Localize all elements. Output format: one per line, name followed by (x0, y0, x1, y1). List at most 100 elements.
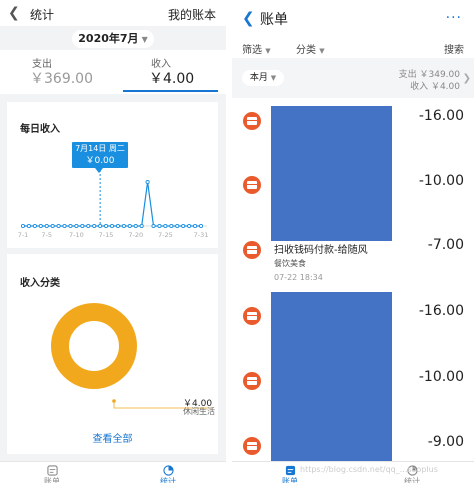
x-tick-label: 7-15 (99, 231, 114, 239)
bills-screen: ❮ 账单 ··· 筛选 ▼ 分类 ▼ 搜索 本月 ▼ 支出 ￥349.00 收入… (232, 0, 474, 483)
series-line (23, 181, 201, 227)
active-tab-underline (123, 90, 218, 92)
amount: -7.00 (427, 237, 464, 253)
x-tick-label: 7-25 (158, 231, 173, 239)
slice-leader-dot (112, 399, 116, 403)
data-point[interactable] (193, 223, 198, 229)
wallet-icon (243, 176, 261, 194)
tab-bills[interactable]: 账单 (282, 465, 298, 483)
caret-down-icon: ▼ (319, 47, 325, 55)
filter-bar: 筛选 ▼ 分类 ▼ 搜索 (232, 36, 474, 58)
data-point[interactable] (38, 223, 43, 229)
daily-income-line-chart[interactable]: 7-1 7-5 7-10 7-15 7-20 7-25 7-31 (7, 162, 218, 242)
data-point[interactable] (151, 223, 156, 229)
tab-bills-label: 账单 (44, 477, 60, 483)
daily-income-title: 每日收入 (20, 124, 60, 135)
pie-chart-icon (162, 465, 174, 476)
data-point[interactable] (121, 223, 126, 229)
search-button[interactable]: 搜索 (444, 41, 464, 56)
view-all-link[interactable]: 查看全部 (7, 430, 218, 445)
legend-category: 休闲生活 (183, 407, 215, 416)
data-point[interactable] (74, 223, 79, 229)
amount: -16.00 (418, 108, 464, 124)
caret-down-icon: ▼ (270, 74, 277, 82)
watermark: https://blog.csdn.net/qq_...sooplus (300, 465, 438, 474)
data-point[interactable] (56, 223, 61, 229)
data-point[interactable] (133, 223, 138, 229)
wallet-icon (243, 372, 261, 390)
statistics-header: ❮ 统计 我的账本 (0, 0, 226, 26)
data-point[interactable] (198, 223, 204, 229)
amount: -10.00 (418, 173, 464, 189)
x-tick-label: 7-20 (128, 231, 143, 239)
pie-slice[interactable] (51, 303, 137, 389)
bill-list: -16.00 -10.00 扫收钱码付款-给随风 餐饮美食 07-22 18:3… (232, 98, 474, 462)
redacted-block (271, 106, 392, 241)
x-tick-label: 7-10 (69, 231, 84, 239)
data-point[interactable] (139, 223, 144, 229)
page-title: 统计 (30, 8, 55, 22)
month-summary[interactable]: 本月 ▼ 支出 ￥349.00 收入 ￥4.00 ❯ (232, 60, 474, 96)
income-tab[interactable]: 收入 ￥4.00 (113, 50, 226, 94)
filter-button[interactable]: 筛选 ▼ (242, 41, 271, 56)
data-point[interactable] (175, 223, 180, 229)
x-tick-label: 7-5 (41, 231, 52, 239)
caret-down-icon: ▼ (141, 35, 148, 44)
data-point[interactable] (163, 223, 168, 229)
data-point[interactable] (115, 223, 120, 229)
data-point[interactable] (169, 223, 174, 229)
wallet-icon (243, 112, 261, 130)
data-point[interactable] (145, 179, 150, 185)
more-icon[interactable]: ··· (446, 10, 462, 26)
income-total: 收入 ￥4.00 (410, 82, 460, 92)
data-point[interactable] (50, 223, 55, 229)
x-tick-label: 7-31 (194, 231, 209, 239)
data-point[interactable] (109, 223, 115, 229)
month-selector[interactable]: 本月 ▼ (242, 70, 284, 86)
data-point[interactable] (187, 223, 192, 229)
category-label: 分类 (296, 45, 316, 56)
data-point[interactable] (98, 223, 103, 229)
data-point[interactable] (68, 223, 73, 229)
summary-tabs: 支出 ￥369.00 收入 ￥4.00 (0, 50, 226, 94)
category-button[interactable]: 分类 ▼ (296, 41, 325, 56)
tab-statistics-label: 统计 (404, 477, 420, 483)
data-point[interactable] (26, 223, 31, 229)
data-point[interactable] (80, 223, 85, 229)
my-account-link[interactable]: 我的账本 (168, 6, 216, 23)
data-point[interactable] (32, 223, 37, 229)
income-category-card: 收入分类 ￥4.00 休闲生活 查看全部 (7, 254, 218, 454)
amount: -16.00 (418, 303, 464, 319)
wallet-icon (243, 241, 261, 259)
data-point[interactable] (157, 223, 162, 229)
tab-bills-label: 账单 (282, 477, 298, 483)
transaction-name: 扫收钱码付款-给随风 (274, 245, 368, 256)
month-label: 本月 (249, 73, 268, 83)
back-icon[interactable]: ❮ (242, 9, 255, 27)
bill-icon (46, 465, 58, 476)
back-icon[interactable]: ❮ (8, 5, 20, 21)
data-point[interactable] (181, 223, 186, 229)
data-point[interactable] (44, 223, 49, 229)
filter-label: 筛选 (242, 45, 262, 56)
x-tick-label: 7-1 (18, 231, 29, 239)
data-point[interactable] (20, 223, 26, 229)
month-selector[interactable]: 2020年7月 ▼ (72, 30, 154, 48)
expense-tab[interactable]: 支出 ￥369.00 (0, 50, 113, 94)
wallet-icon (243, 307, 261, 325)
data-point[interactable] (86, 223, 91, 229)
bill-icon (285, 465, 295, 476)
tab-statistics[interactable]: 统计 (160, 465, 176, 483)
data-point[interactable] (104, 223, 109, 229)
month-label: 2020年7月 (78, 32, 139, 45)
tab-bills[interactable]: 账单 (44, 465, 60, 483)
data-point[interactable] (92, 223, 97, 229)
data-point[interactable] (62, 223, 67, 229)
data-point[interactable] (127, 223, 132, 229)
redacted-block (271, 292, 392, 462)
transaction-time: 07-22 18:34 (274, 273, 323, 282)
transaction-category: 餐饮美食 (274, 259, 306, 268)
tab-statistics-label: 统计 (160, 477, 176, 483)
chevron-right-icon: ❯ (462, 73, 471, 84)
expense-value: ￥369.00 (30, 71, 93, 87)
